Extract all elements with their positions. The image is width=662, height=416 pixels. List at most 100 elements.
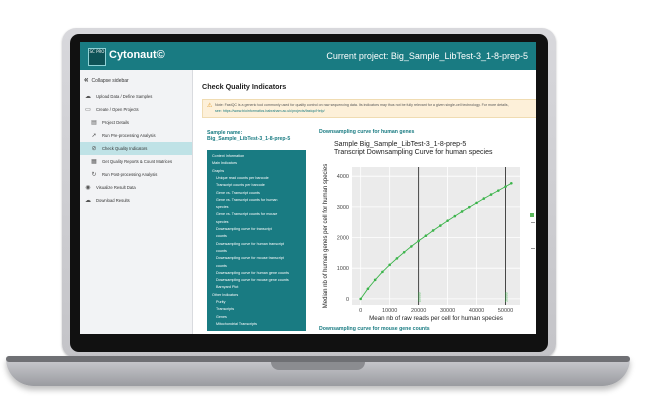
toc-item[interactable]: counts (216, 249, 227, 253)
data-point (381, 270, 384, 274)
page-title: Check Quality Indicators (202, 82, 287, 91)
refresh-icon: ↻ (91, 172, 97, 178)
sidebar-item-label: Create / Open Projects (96, 107, 139, 112)
toc-item[interactable]: Mitochondrial Transcripts (216, 322, 257, 326)
sidebar-item-label: Check Quality Indicators (102, 146, 148, 151)
toc-item[interactable]: Barnyard Plot (216, 285, 238, 289)
data-point (460, 210, 464, 213)
data-point (446, 219, 449, 222)
toc-item[interactable]: Transcripts (216, 307, 234, 311)
toc-item[interactable]: Downsampling curve for mouse transcript (216, 256, 284, 260)
toc-item[interactable]: Transcript counts per barcode (216, 183, 265, 187)
data-point (417, 239, 420, 243)
toc-item[interactable]: Downsampling curve for transcript (216, 227, 272, 231)
x-axis-label: Mean nb of raw reads per cell for human … (369, 315, 503, 322)
sidebar-item-quality-reports[interactable]: ▦ Get Quality Reports & Count Matrices (80, 155, 192, 168)
app-logo: SC PRO (88, 48, 106, 66)
sidebar-item-project-details[interactable]: ▤ Project Details (80, 116, 192, 129)
app-screen: SC PRO Cytonaut© Current project: Big_Sa… (80, 42, 536, 334)
data-point (366, 287, 370, 291)
data-point (388, 263, 391, 267)
data-point (489, 193, 493, 196)
toc-item[interactable]: Genes (216, 315, 227, 319)
app-name: Cytonaut© (109, 49, 165, 61)
threshold-label: 50000 (505, 292, 509, 302)
x-tick-label: 40000 (469, 308, 484, 314)
toc-item[interactable]: species (216, 205, 229, 209)
toc-item[interactable]: Gene vs. Transcript counts for mouse (216, 212, 277, 216)
sidebar-item-download[interactable]: ☁ Download Results (80, 194, 192, 207)
data-point (395, 257, 399, 260)
data-point (431, 229, 435, 232)
toc-item[interactable]: counts (216, 264, 227, 268)
warning-icon: ⚠ (207, 103, 213, 109)
toc-item[interactable]: Other Indicators (212, 293, 238, 297)
toc-item[interactable]: Context Information (212, 154, 244, 158)
chart-title: Sample Big_Sample_LibTest-3_1-8-prep-5 (334, 141, 466, 148)
sidebar-item-upload-data[interactable]: ☁ Upload Data / Define Samples (80, 90, 192, 103)
main-content: Check Quality Indicators ⚠ Note: FastQC … (193, 70, 536, 334)
cloud-download-icon: ☁ (85, 198, 91, 204)
y-axis-label: Median nb of human genes per cell for hu… (323, 164, 329, 308)
section-title: Downsampling curve for human genes (319, 129, 415, 135)
x-tick-label: 50000 (498, 308, 513, 314)
sidebar-item-projects[interactable]: ▭ Create / Open Projects (80, 103, 192, 116)
sidebar-item-label: Run Post-processing Analysis (102, 172, 158, 177)
note-link[interactable]: see: https://www.bioinformatics.babraham… (215, 109, 325, 113)
toc-item[interactable]: Purity (216, 300, 225, 304)
y-tick-label: 0 (346, 297, 349, 303)
logo-text: SC PRO (89, 49, 105, 54)
toc-item[interactable]: Downsampling curve for mouse gene counts (216, 278, 289, 282)
toc-item[interactable]: species (216, 220, 229, 224)
sample-name-value: Big_Sample_LibTest-3_1-8-prep-5 (207, 136, 291, 142)
toc-item[interactable]: Downsampling curve for human transcript (216, 242, 284, 246)
data-point (496, 189, 500, 192)
threshold-label: 20000 (418, 292, 422, 302)
x-tick-label: 30000 (440, 308, 455, 314)
eye-icon: ◉ (85, 185, 91, 191)
fastqc-note: ⚠ Note: FastQC is a generic tool commonl… (202, 99, 536, 118)
x-tick-label: 0 (359, 308, 362, 314)
document-icon: ▤ (91, 120, 97, 126)
scroll-marker-icon (530, 213, 534, 217)
sidebar-item-preprocessing[interactable]: ➚ Run Pre-processing Analysis (80, 129, 192, 142)
sidebar-item-visualize[interactable]: ◉ Visualize Result Data (80, 181, 192, 194)
side-divider (531, 222, 535, 223)
y-tick-label: 3000 (337, 205, 349, 211)
cloud-upload-icon: ☁ (85, 94, 91, 100)
next-section-title: Downsampling curve for mouse gene counts (319, 326, 430, 332)
toc-item[interactable]: Downsampling curve for human gene counts (216, 271, 289, 275)
data-point (424, 234, 428, 237)
toc-item[interactable]: Graphs (212, 169, 224, 173)
sidebar-item-label: Project Details (102, 120, 129, 125)
y-tick-label: 4000 (337, 174, 349, 180)
check-circle-icon: ⊘ (91, 146, 97, 152)
sidebar-item-label: Run Pre-processing Analysis (102, 133, 156, 138)
toc-item[interactable]: Gene vs. Transcript counts for human (216, 198, 278, 202)
data-point (482, 197, 486, 200)
toc-item[interactable]: counts (216, 234, 227, 238)
toc-item[interactable]: Unique read counts per barcode (216, 176, 269, 180)
y-tick-label: 1000 (337, 266, 349, 272)
data-point (510, 181, 513, 185)
sidebar-item-quality-indicators[interactable]: ⊘ Check Quality Indicators (80, 142, 192, 155)
rocket-icon: ➚ (91, 133, 97, 139)
table-of-contents: Context Information Main Indicators Graphs… (207, 150, 306, 331)
note-text: Note: FastQC is a generic tool commonly … (215, 103, 509, 107)
data-point (504, 185, 507, 188)
collapse-sidebar-button[interactable]: «Collapse sidebar (84, 75, 129, 84)
y-tick-label: 2000 (337, 236, 349, 242)
data-point (359, 297, 362, 301)
sidebar-item-postprocessing[interactable]: ↻ Run Post-processing Analysis (80, 168, 192, 181)
toc-item[interactable]: Gene vs. Transcript counts (216, 191, 260, 195)
plot-panel (352, 167, 520, 305)
downsampling-chart: 010002000300040000 10000 20000 30000 40000 50… (323, 141, 520, 322)
data-point (468, 205, 471, 209)
folder-icon: ▭ (85, 107, 91, 113)
data-point (453, 214, 457, 218)
toc-item[interactable]: Main Indicators (212, 161, 237, 165)
x-tick-label: 10000 (382, 308, 397, 314)
sidebar: «Collapse sidebar ☁ Upload Data / Define … (80, 70, 193, 334)
x-tick-label: 20000 (411, 308, 426, 314)
current-project-label: Current project: Big_Sample_LibTest-3_1-… (326, 51, 528, 61)
